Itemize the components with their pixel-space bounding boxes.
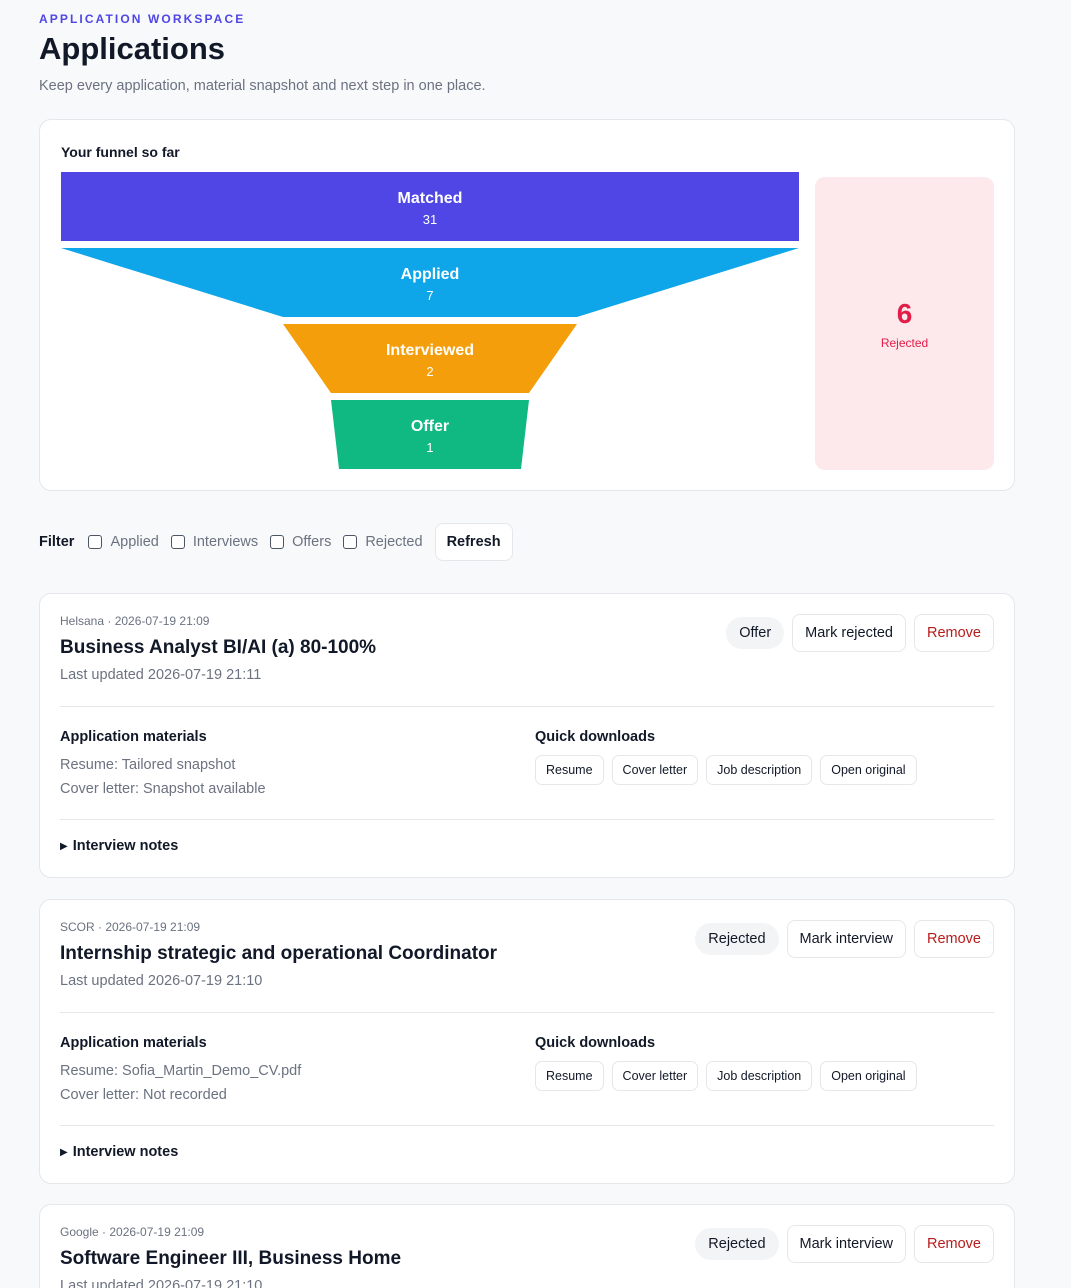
download-buttons: Resume Cover letter Job description Open…: [535, 1061, 917, 1091]
application-card: SCOR · 2026-07-19 21:09 Internship strat…: [39, 899, 1015, 1184]
download-cover-letter-button[interactable]: Cover letter: [611, 755, 699, 785]
filter-rejected[interactable]: Rejected: [343, 534, 423, 550]
page-subtitle: Keep every application, material snapsho…: [39, 78, 486, 94]
open-original-button[interactable]: Open original: [820, 1061, 917, 1091]
remove-button[interactable]: Remove: [914, 920, 994, 958]
filter-applied[interactable]: Applied: [88, 534, 159, 550]
funnel-title: Your funnel so far: [61, 144, 180, 160]
funnel-stage-count: 31: [423, 212, 437, 227]
funnel-stage-count: 7: [426, 288, 433, 303]
status-badge: Offer: [726, 617, 785, 649]
materials-title: Application materials: [60, 1035, 207, 1051]
application-card: Helsana · 2026-07-19 21:09 Business Anal…: [39, 593, 1015, 878]
divider: [60, 706, 994, 707]
remove-button[interactable]: Remove: [914, 1225, 994, 1263]
downloads-title: Quick downloads: [535, 729, 656, 745]
funnel-stage-label: Applied: [401, 266, 460, 283]
remove-button[interactable]: Remove: [914, 614, 994, 652]
download-resume-button[interactable]: Resume: [535, 1061, 604, 1091]
funnel-stage-label: Interviewed: [386, 342, 474, 359]
download-buttons: Resume Cover letter Job description Open…: [535, 755, 917, 785]
rejected-count: 6: [896, 297, 913, 329]
filter-interviews[interactable]: Interviews: [170, 534, 259, 550]
open-original-button[interactable]: Open original: [820, 755, 917, 785]
filter-option-label: Rejected: [365, 534, 423, 550]
application-actions: Rejected Mark interview Remove: [695, 1225, 994, 1263]
filter-interviews-checkbox[interactable]: [170, 535, 185, 549]
application-actions: Offer Mark rejected Remove: [726, 614, 994, 652]
eyebrow-label: APPLICATION WORKSPACE: [39, 12, 246, 26]
application-updated: Last updated 2026-07-19 21:11: [60, 667, 262, 683]
download-cover-letter-button[interactable]: Cover letter: [611, 1061, 699, 1091]
downloads-title: Quick downloads: [535, 1035, 656, 1051]
mark-rejected-button[interactable]: Mark rejected: [792, 614, 906, 652]
funnel-card: Your funnel so far Matched 31 Applied 7 …: [39, 119, 1015, 491]
download-resume-button[interactable]: Resume: [535, 755, 604, 785]
mark-interview-button[interactable]: Mark interview: [786, 920, 906, 958]
application-meta: SCOR · 2026-07-19 21:09: [60, 920, 201, 934]
application-title: Business Analyst BI/AI (a) 80-100%: [60, 637, 377, 658]
filter-offers-checkbox[interactable]: [270, 535, 285, 549]
divider: [60, 1012, 994, 1013]
filter-option-label: Applied: [110, 534, 159, 550]
download-job-description-button[interactable]: Job description: [706, 755, 813, 785]
interview-notes-label: Interview notes: [72, 838, 179, 854]
resume-info: Resume: Tailored snapshot: [60, 757, 236, 773]
cover-letter-info: Cover letter: Not recorded: [60, 1087, 227, 1103]
application-title: Software Engineer III, Business Home: [60, 1248, 402, 1269]
application-meta: Google · 2026-07-19 21:09: [60, 1225, 205, 1239]
application-actions: Rejected Mark interview Remove: [695, 920, 994, 958]
interview-notes-label: Interview notes: [72, 1144, 179, 1160]
cover-letter-info: Cover letter: Snapshot available: [60, 781, 266, 797]
funnel-stage-count: 1: [426, 440, 433, 455]
filter-rejected-checkbox[interactable]: [343, 535, 358, 549]
filter-applied-checkbox[interactable]: [88, 535, 103, 549]
interview-notes-toggle[interactable]: ▶ Interview notes: [60, 838, 178, 854]
application-updated: Last updated 2026-07-19 21:10: [60, 1278, 263, 1288]
page-title: Applications: [39, 31, 226, 66]
filter-offers[interactable]: Offers: [270, 534, 331, 550]
status-badge: Rejected: [695, 1228, 779, 1260]
funnel-stage-label: Matched: [398, 190, 463, 207]
resume-info: Resume: Sofia_Martin_Demo_CV.pdf: [60, 1063, 302, 1079]
divider: [60, 1125, 994, 1126]
application-title: Internship strategic and operational Coo…: [60, 943, 498, 964]
disclosure-triangle-icon: ▶: [60, 1147, 68, 1158]
filter-option-label: Offers: [292, 534, 332, 550]
filter-bar: Filter Applied Interviews Offers Rejecte…: [39, 523, 513, 561]
filter-option-label: Interviews: [192, 534, 259, 550]
interview-notes-toggle[interactable]: ▶ Interview notes: [60, 1144, 178, 1160]
refresh-button[interactable]: Refresh: [434, 523, 513, 561]
application-meta: Helsana · 2026-07-19 21:09: [60, 614, 210, 628]
materials-title: Application materials: [60, 729, 207, 745]
filter-label: Filter: [39, 534, 75, 550]
status-badge: Rejected: [695, 923, 779, 955]
rejected-summary: 6 Rejected: [815, 177, 994, 470]
mark-interview-button[interactable]: Mark interview: [786, 1225, 906, 1263]
funnel-stage-label: Offer: [411, 418, 449, 435]
application-card: Google · 2026-07-19 21:09 Software Engin…: [39, 1204, 1015, 1288]
divider: [60, 819, 994, 820]
disclosure-triangle-icon: ▶: [60, 841, 68, 852]
download-job-description-button[interactable]: Job description: [706, 1061, 813, 1091]
rejected-label: Rejected: [880, 335, 929, 350]
funnel-stage-count: 2: [426, 364, 433, 379]
funnel-chart: Matched 31 Applied 7 Interviewed 2 Offer…: [61, 172, 799, 469]
application-updated: Last updated 2026-07-19 21:10: [60, 973, 263, 989]
